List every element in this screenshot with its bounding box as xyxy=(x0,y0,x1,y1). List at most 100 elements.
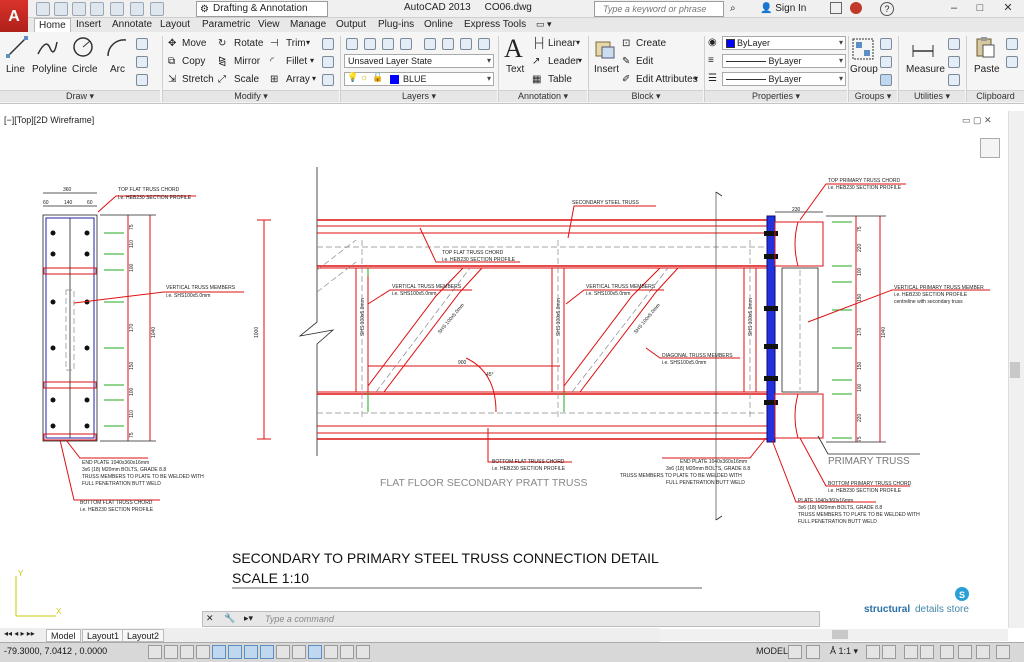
linear-button[interactable]: Linear xyxy=(548,38,576,49)
lineweight-toggle-icon[interactable] xyxy=(308,645,322,659)
modify-panel-title[interactable]: Modify ▾ xyxy=(163,90,339,102)
model-space-button[interactable]: MODEL xyxy=(756,646,788,656)
color-dropdown[interactable]: ByLayer xyxy=(722,36,846,50)
clean-screen-icon[interactable] xyxy=(996,645,1010,659)
snap-mode-icon[interactable] xyxy=(164,645,178,659)
workspace-dropdown[interactable]: ⚙ Drafting & Annotation xyxy=(196,1,328,17)
cut-icon[interactable] xyxy=(1006,38,1018,50)
edit-button[interactable]: Edit xyxy=(636,56,653,67)
quick-properties-icon[interactable] xyxy=(340,645,354,659)
lock-ui-icon[interactable] xyxy=(920,645,934,659)
lineweight-dropdown[interactable]: ByLayer xyxy=(722,72,846,86)
auto-scale-icon[interactable] xyxy=(882,645,896,659)
measure-button[interactable]: Measure xyxy=(906,64,945,75)
tab-output[interactable]: Output xyxy=(332,18,370,32)
calculator-icon[interactable] xyxy=(948,56,960,68)
array-button[interactable]: Array xyxy=(286,74,310,85)
save-as-icon[interactable] xyxy=(90,2,104,16)
minimize-button[interactable]: – xyxy=(940,0,968,16)
polyline-icon[interactable] xyxy=(36,36,58,58)
copy-button[interactable]: Copy xyxy=(182,56,205,67)
quick-view-layouts-icon[interactable] xyxy=(788,645,802,659)
object-snap-tracking-icon[interactable] xyxy=(260,645,274,659)
plot-icon[interactable] xyxy=(110,2,124,16)
layer-off-icon[interactable] xyxy=(364,38,376,50)
explode-icon[interactable] xyxy=(322,56,334,68)
insert-button[interactable]: Insert xyxy=(594,64,619,75)
3d-object-snap-icon[interactable] xyxy=(244,645,258,659)
tab-plug-ins[interactable]: Plug-ins xyxy=(374,18,418,32)
tab-layout1[interactable]: Layout1 xyxy=(82,629,125,642)
infer-constraints-icon[interactable] xyxy=(148,645,162,659)
paste-button[interactable]: Paste xyxy=(974,64,1000,75)
tab-home[interactable]: Home xyxy=(34,18,71,32)
linetype-dropdown[interactable]: ByLayer xyxy=(722,54,846,68)
copy-clip-icon[interactable] xyxy=(1006,56,1018,68)
groups-panel-title[interactable]: Groups ▾ xyxy=(849,90,897,102)
layer-state-dropdown[interactable]: Unsaved Layer State xyxy=(344,54,494,68)
command-close-icon[interactable]: ✕ xyxy=(206,613,214,624)
help-icon[interactable]: ? xyxy=(880,2,894,16)
annotation-scale-dropdown[interactable]: Å 1:1 ▾ xyxy=(830,646,858,657)
ribbon-options-icon[interactable]: ▭ ▾ xyxy=(532,18,556,32)
mirror-button[interactable]: Mirror xyxy=(234,56,260,67)
table-button[interactable]: Table xyxy=(548,74,572,85)
annotation-panel-title[interactable]: Annotation ▾ xyxy=(499,90,587,102)
scale-button[interactable]: Scale xyxy=(234,74,259,85)
object-snap-icon[interactable] xyxy=(228,645,242,659)
dynamic-ucs-icon[interactable] xyxy=(276,645,290,659)
ortho-mode-icon[interactable] xyxy=(196,645,210,659)
fillet-dropdown-icon[interactable]: ▾ xyxy=(310,56,314,65)
layer-freeze-icon[interactable] xyxy=(400,38,412,50)
command-line-input[interactable]: Type a command xyxy=(202,611,820,627)
maximize-button[interactable]: □ xyxy=(966,0,994,16)
id-point-icon[interactable] xyxy=(948,74,960,86)
array-dropdown-icon[interactable]: ▾ xyxy=(312,74,316,83)
tab-manage[interactable]: Manage xyxy=(286,18,330,32)
rotate-button[interactable]: Rotate xyxy=(234,38,263,49)
arc-icon[interactable] xyxy=(106,36,128,58)
tab-annotate[interactable]: Annotate xyxy=(108,18,156,32)
group-icon[interactable] xyxy=(852,38,874,60)
clipboard-panel-title[interactable]: Clipboard xyxy=(967,90,1024,102)
isolate-objects-icon[interactable] xyxy=(958,645,972,659)
polar-tracking-icon[interactable] xyxy=(212,645,226,659)
region-icon[interactable] xyxy=(136,74,148,86)
move-button[interactable]: Move xyxy=(182,38,206,49)
layer-properties-icon[interactable] xyxy=(346,38,358,50)
new-file-icon[interactable] xyxy=(36,2,50,16)
group-button[interactable]: Group xyxy=(850,64,878,75)
autodesk-360-icon[interactable] xyxy=(850,2,862,14)
paste-icon[interactable] xyxy=(974,36,996,58)
quick-view-drawings-icon[interactable] xyxy=(806,645,820,659)
tab-express-tools[interactable]: Express Tools xyxy=(460,18,530,32)
edit-attributes-button[interactable]: Edit Attributes xyxy=(636,74,698,85)
utilities-panel-title[interactable]: Utilities ▾ xyxy=(899,90,965,102)
close-button[interactable]: ✕ xyxy=(994,0,1022,16)
linear-dropdown-icon[interactable]: ▾ xyxy=(576,38,580,47)
ungroup-icon[interactable] xyxy=(880,38,892,50)
layer-previous-icon[interactable] xyxy=(442,38,454,50)
offset-icon[interactable] xyxy=(322,74,334,86)
layer-isolate-icon[interactable] xyxy=(382,38,394,50)
erase-icon[interactable] xyxy=(322,38,334,50)
annotation-visibility-icon[interactable] xyxy=(866,645,880,659)
line-icon[interactable] xyxy=(6,36,28,58)
layer-unlock-icon[interactable] xyxy=(478,38,490,50)
layers-panel-title[interactable]: Layers ▾ xyxy=(341,90,497,102)
circle-button[interactable]: Circle xyxy=(72,64,98,75)
tab-layout2[interactable]: Layout2 xyxy=(122,629,165,642)
transparency-icon[interactable] xyxy=(324,645,338,659)
vertical-scroll-thumb[interactable] xyxy=(1010,362,1020,378)
tab-view[interactable]: View xyxy=(254,18,284,32)
tab-insert[interactable]: Insert xyxy=(72,18,105,32)
cursor-coordinates[interactable]: -79.3000, 7.0412 , 0.0000 xyxy=(4,646,107,656)
stretch-button[interactable]: Stretch xyxy=(182,74,214,85)
draw-panel-title[interactable]: Draw ▾ xyxy=(0,90,160,102)
tab-model[interactable]: Model xyxy=(46,629,81,642)
properties-panel-title[interactable]: Properties ▾ xyxy=(705,90,847,102)
leader-dropdown-icon[interactable]: ▾ xyxy=(578,56,582,65)
open-file-icon[interactable] xyxy=(54,2,68,16)
dynamic-input-icon[interactable] xyxy=(292,645,306,659)
help-search-input[interactable]: Type a keyword or phrase xyxy=(594,1,724,17)
